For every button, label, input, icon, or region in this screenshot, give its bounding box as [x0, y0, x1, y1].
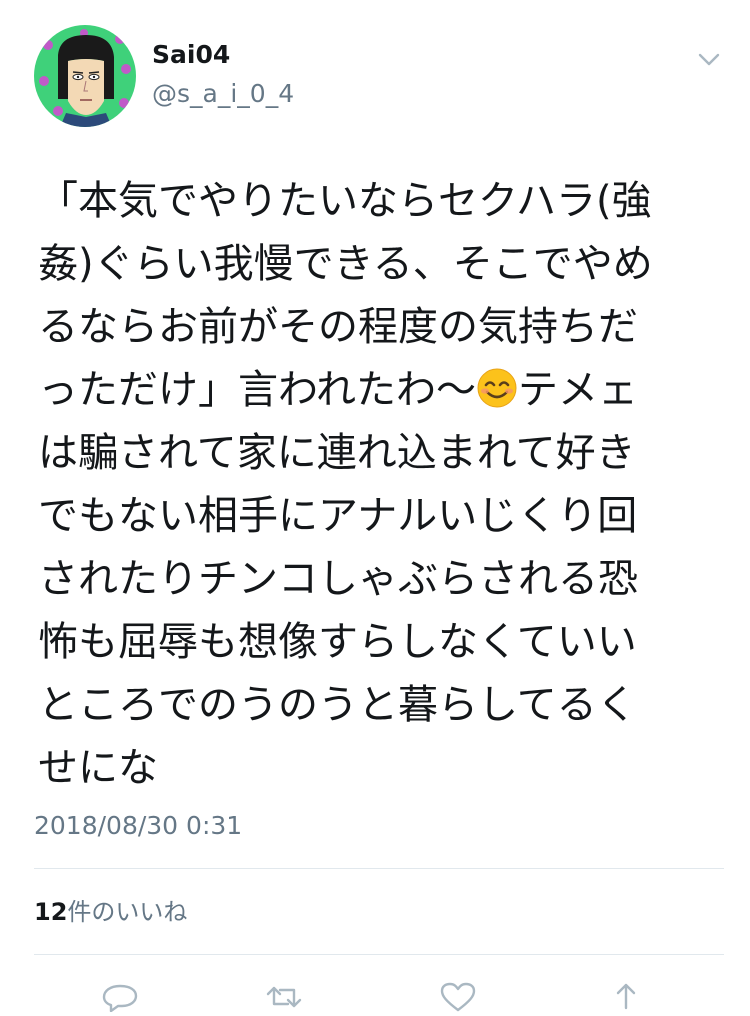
user-handle[interactable]: @s_a_i_0_4 [152, 78, 294, 110]
tweet-text-line: でもない相手にアナルいじくり回 [38, 493, 638, 539]
likes-count: 12 [34, 898, 68, 926]
avatar-image [34, 25, 136, 127]
tweet-text-segment: っただけ」言われたわ〜 [38, 367, 476, 413]
display-name[interactable]: Sai04 [152, 40, 230, 70]
tweet-text-line-with-emoji: っただけ」言われたわ〜 テメェ [38, 359, 718, 422]
tweet-text-line: 姦)ぐらい我慢できる、そこでやめ [38, 241, 653, 287]
tweet-text-line: ところでのうのうと暮らしてるく [38, 682, 637, 728]
divider [34, 954, 724, 955]
heart-icon[interactable] [438, 982, 478, 1012]
tweet-text-segment: テメェ [518, 367, 638, 413]
smiling-face-emoji [476, 365, 518, 428]
share-icon[interactable] [606, 982, 646, 1012]
tweet-text-line: せにな [38, 745, 158, 791]
likes-label: 件のいいね [67, 898, 188, 926]
tweet-text-line: 怖も屈辱も想像すらしなくていい [38, 619, 637, 665]
retweet-icon[interactable] [264, 982, 304, 1012]
tweet-text: 「本気でやりたいならセクハラ(強 姦)ぐらい我慢できる、そこでやめ るならお前が… [38, 170, 718, 800]
likes-summary[interactable]: 12件のいいね [34, 896, 187, 928]
chevron-down-icon[interactable] [694, 44, 724, 74]
tweet-text-line: 「本気でやりたいならセクハラ(強 [38, 178, 652, 224]
tweet-text-line: るならお前がその程度の気持ちだ [38, 304, 638, 350]
avatar[interactable] [34, 25, 136, 127]
reply-icon[interactable] [100, 982, 140, 1013]
action-bar [0, 968, 750, 1013]
tweet-text-line: は騙されて家に連れ込まれて好き [38, 430, 636, 476]
divider [34, 868, 724, 869]
tweet-text-line: されたりチンコしゃぶらされる恐 [38, 556, 638, 602]
tweet-header: Sai04 @s_a_i_0_4 [0, 0, 750, 140]
tweet-timestamp[interactable]: 2018/08/30 0:31 [34, 810, 242, 842]
